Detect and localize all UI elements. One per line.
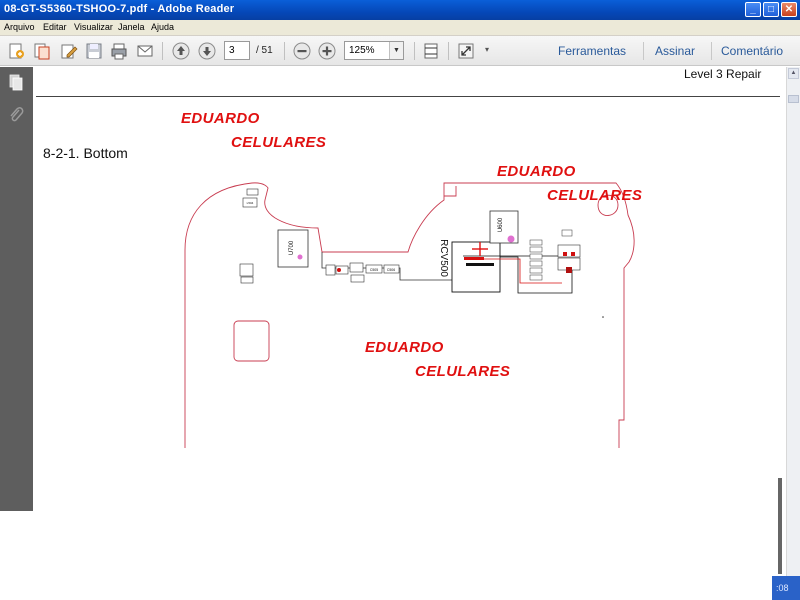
- component: [529, 274, 543, 281]
- window-edge: [778, 478, 782, 574]
- test-point: [297, 254, 303, 260]
- negative-pad: [466, 263, 494, 266]
- component: [350, 274, 365, 283]
- pcb-outline: [184, 182, 635, 448]
- test-point-red: [566, 267, 572, 273]
- component: [561, 229, 573, 237]
- watermark-text: EDUARDO: [181, 110, 260, 127]
- test-point: [507, 235, 515, 243]
- watermark-text: EDUARDO: [497, 163, 576, 180]
- component: [239, 263, 254, 277]
- component-label-c506: C506: [387, 268, 395, 272]
- component-label-u700: U700: [289, 240, 295, 255]
- component-label-u600: U600: [498, 217, 504, 232]
- test-point-red: [571, 252, 575, 256]
- test-point-red: [337, 268, 341, 272]
- scrollbar-thumb[interactable]: [788, 95, 799, 103]
- component: [529, 239, 543, 246]
- component-label-l504: L504: [247, 201, 254, 205]
- component: [349, 262, 364, 273]
- component: [325, 264, 336, 276]
- positive-pad: [464, 257, 484, 260]
- pcb-cutout: [233, 320, 270, 362]
- taskbar-clock: :08: [772, 576, 800, 600]
- component: [529, 253, 543, 260]
- test-point-red: [563, 252, 567, 256]
- scroll-up-icon[interactable]: ▲: [788, 68, 799, 79]
- watermark-text: EDUARDO: [365, 339, 444, 356]
- component: [240, 276, 254, 284]
- component-label-rcv500: RCV500: [438, 239, 449, 277]
- component: [529, 267, 543, 274]
- component-label-c505: C505: [370, 268, 378, 272]
- component: [246, 188, 259, 196]
- component: [529, 246, 543, 253]
- watermark-text: CELULARES: [415, 363, 511, 380]
- watermark-text: CELULARES: [547, 187, 643, 204]
- vertical-scrollbar[interactable]: ▲: [786, 67, 800, 576]
- adobe-reader-window: 08-GT-S5360-TSHOO-7.pdf - Adobe Reader _…: [0, 0, 800, 600]
- watermark-text: CELULARES: [231, 134, 327, 151]
- component: [529, 260, 543, 267]
- component: [557, 244, 581, 258]
- test-point: [602, 316, 604, 318]
- pcb-slot: [444, 186, 457, 197]
- pcb-bottom-diagram: U700 L504 C505 C506 RCV500 U600: [184, 182, 635, 448]
